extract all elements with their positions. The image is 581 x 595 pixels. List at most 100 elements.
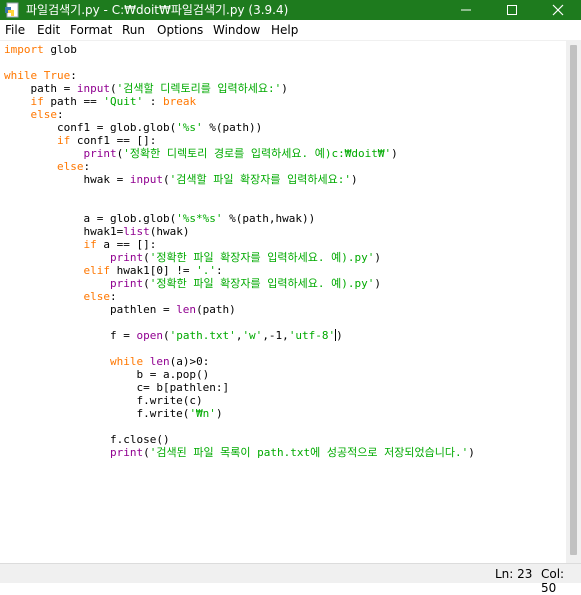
minimize-button[interactable] — [443, 0, 489, 20]
code-token: ) — [215, 407, 223, 420]
maximize-button[interactable] — [489, 0, 535, 20]
code-token: path == — [43, 95, 104, 108]
code-line[interactable]: f.write('₩n') — [4, 407, 223, 420]
code-token: (a)>0: — [169, 355, 210, 368]
code-token: : — [70, 69, 77, 82]
code-line[interactable]: print('검색된 파일 목록이 path.txt에 성공적으로 저장되었습니… — [4, 446, 475, 459]
code-line[interactable]: else: — [4, 160, 90, 173]
code-line[interactable]: print('정확한 파일 확장자를 입력하세요. 예).py') — [4, 251, 381, 264]
code-token: ( — [109, 82, 117, 95]
code-token: ( — [143, 446, 150, 459]
code-line[interactable]: c= b[pathlen:] — [4, 381, 229, 394]
code-token: ) — [374, 251, 381, 264]
code-token: f = — [4, 329, 137, 342]
code-line[interactable]: elif hwak1[0] != '.': — [4, 264, 223, 277]
code-line[interactable]: while True: — [4, 69, 77, 82]
code-token: 'path.txt' — [169, 329, 236, 342]
code-line[interactable]: pathlen = len(path) — [4, 303, 236, 316]
maximize-icon — [507, 5, 517, 15]
code-line[interactable]: hwak = input('검색할 파일 확장자를 입력하세요:') — [4, 173, 358, 186]
code-token: while — [109, 355, 144, 368]
code-token: list — [123, 225, 150, 238]
window-title: 파일검색기.py - C:₩doit₩파일검색기.py (3.9.4) — [26, 3, 289, 17]
code-token: print — [109, 446, 144, 459]
code-line[interactable]: print('정확한 디렉토리 경로를 입력하세요. 예)c:₩doit₩') — [4, 147, 397, 160]
menu-help[interactable]: Help — [270, 22, 299, 38]
title-bar[interactable]: 파일검색기.py - C:₩doit₩파일검색기.py (3.9.4) — [0, 0, 581, 20]
code-token: len — [176, 303, 197, 316]
code-line[interactable]: path = input('검색할 디렉토리를 입력하세요:') — [4, 82, 287, 95]
code-line[interactable]: b = a.pop() — [4, 368, 209, 381]
code-token: (path) — [196, 303, 236, 316]
close-button[interactable] — [535, 0, 581, 20]
menu-format[interactable]: Format — [69, 22, 113, 38]
code-line[interactable]: a = glob.glob('%s*%s' %(path,hwak)) — [4, 212, 315, 225]
column-indicator: Col: 50 — [541, 567, 565, 595]
code-token: ) — [374, 277, 381, 290]
code-token: '정확한 파일 확장자를 입력하세요. 예).py' — [149, 251, 375, 264]
menu-options[interactable]: Options — [156, 22, 204, 38]
menu-edit[interactable]: Edit — [36, 22, 61, 38]
code-token: '검색할 디렉토리를 입력하세요:' — [116, 82, 282, 95]
code-line[interactable]: else: — [4, 108, 64, 121]
code-token: a = glob.glob( — [4, 212, 177, 225]
code-token: %(path)) — [202, 121, 263, 134]
code-token: input — [76, 82, 110, 95]
code-line[interactable]: if conf1 == []: — [4, 134, 156, 147]
code-token: 'w' — [242, 329, 263, 342]
code-token: : — [57, 108, 64, 121]
code-line[interactable]: f = open('path.txt','w',-1,'utf-8') — [4, 329, 343, 342]
code-token: import — [4, 43, 44, 56]
code-line[interactable]: print('정확한 파일 확장자를 입력하세요. 예).py') — [4, 277, 381, 290]
code-line[interactable]: import glob — [4, 43, 77, 56]
code-token: conf1 = glob.glob( — [4, 121, 177, 134]
menu-file[interactable]: File — [4, 22, 26, 38]
code-line[interactable]: f.close() — [4, 433, 170, 446]
code-line[interactable]: f.write(c) — [4, 394, 202, 407]
code-token: c= b[pathlen:] — [4, 381, 230, 394]
code-line[interactable]: hwak1=list(hwak) — [4, 225, 189, 238]
code-token: if — [30, 95, 44, 108]
line-indicator: Ln: 23 — [495, 567, 533, 581]
code-line[interactable]: if path == 'Quit' : break — [4, 95, 197, 108]
code-line[interactable]: if a == []: — [4, 238, 156, 251]
code-line[interactable]: else: — [4, 290, 116, 303]
code-token: '검색할 파일 확장자를 입력하세요:' — [169, 173, 352, 186]
code-token: else — [56, 160, 84, 173]
code-token: a == []: — [96, 238, 157, 251]
code-token: f.write( — [4, 407, 190, 420]
close-icon — [552, 4, 564, 16]
code-token: print — [83, 147, 117, 160]
code-line[interactable]: conf1 = glob.glob('%s' %(path)) — [4, 121, 262, 134]
code-token: f.close() — [4, 433, 170, 446]
code-token: : — [215, 264, 223, 277]
code-token: len — [149, 355, 170, 368]
code-token: ) — [336, 329, 343, 342]
code-token: (hwak) — [149, 225, 190, 238]
code-token: ( — [162, 173, 170, 186]
code-token: '%s*%s' — [176, 212, 223, 225]
code-token: '₩n' — [189, 407, 216, 420]
code-token: %(path,hwak)) — [222, 212, 316, 225]
code-token: b = a.pop() — [4, 368, 210, 381]
vertical-scrollbar[interactable] — [566, 41, 581, 563]
menu-run[interactable]: Run — [121, 22, 146, 38]
scrollbar-thumb[interactable] — [570, 45, 577, 555]
menu-window[interactable]: Window — [212, 22, 261, 38]
code-token: else — [83, 290, 110, 303]
code-editor[interactable]: import glob while True: path = input('검색할… — [0, 41, 566, 563]
code-line[interactable]: while len(a)>0: — [4, 355, 209, 368]
code-token: ,-1, — [262, 329, 289, 342]
code-token: '%s' — [176, 121, 203, 134]
code-token: ) — [351, 173, 358, 186]
